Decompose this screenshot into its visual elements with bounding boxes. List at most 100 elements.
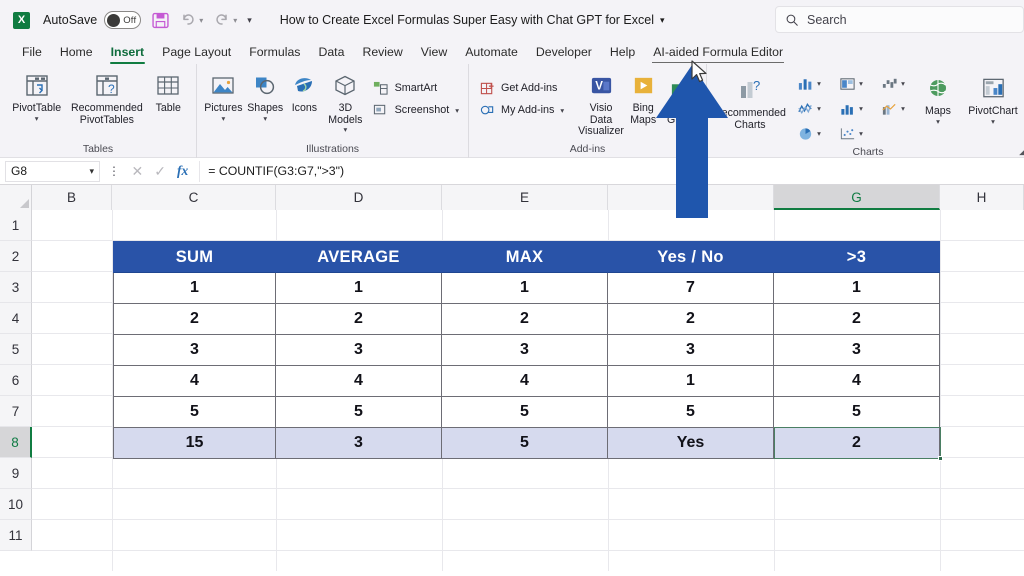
combo-chart-button[interactable]: ▾ bbox=[872, 96, 914, 121]
bar-chart-button[interactable]: ▾ bbox=[830, 96, 872, 121]
cell-D8[interactable]: 3 bbox=[276, 428, 442, 459]
column-header-C[interactable]: C bbox=[112, 185, 276, 210]
row-header-1[interactable]: 1 bbox=[0, 210, 32, 241]
column-chart-button[interactable]: ▾ bbox=[788, 71, 830, 96]
3d-models-dropdown-caret[interactable]: ▾ bbox=[343, 126, 347, 134]
cell-G3[interactable]: 1 bbox=[774, 273, 940, 304]
row-header-6[interactable]: 6 bbox=[0, 365, 32, 396]
column-header-G[interactable]: G bbox=[774, 185, 940, 210]
cell-E8[interactable]: 5 bbox=[442, 428, 608, 459]
screenshot-dropdown-caret[interactable]: ▾ bbox=[455, 106, 459, 115]
tab-insert[interactable]: Insert bbox=[102, 42, 154, 64]
cancel-icon[interactable]: ✕ bbox=[132, 163, 144, 180]
row-header-5[interactable]: 5 bbox=[0, 334, 32, 365]
smartart-button[interactable]: SmartArt bbox=[368, 77, 463, 99]
cell-E4[interactable]: 2 bbox=[442, 304, 608, 335]
pivotchart-button[interactable]: PivotChart ▾ bbox=[962, 67, 1024, 126]
pie-chart-button[interactable]: ▾ bbox=[788, 121, 830, 146]
row-header-4[interactable]: 4 bbox=[0, 303, 32, 334]
cell-D7[interactable]: 5 bbox=[276, 397, 442, 428]
cell-E7[interactable]: 5 bbox=[442, 397, 608, 428]
search-box[interactable]: Search bbox=[775, 6, 1024, 33]
column-header-E[interactable]: E bbox=[442, 185, 608, 210]
pivottable-dropdown-caret[interactable]: ▾ bbox=[35, 114, 39, 123]
3d-models-button[interactable]: 3D Models ▾ bbox=[323, 67, 368, 134]
tab-home[interactable]: Home bbox=[51, 42, 102, 64]
cell-F7[interactable]: 5 bbox=[608, 397, 774, 428]
tab-review[interactable]: Review bbox=[353, 42, 411, 64]
autosave-toggle[interactable]: Off bbox=[104, 11, 142, 29]
tab-page-layout[interactable]: Page Layout bbox=[153, 42, 240, 64]
icons-button[interactable]: Icons bbox=[286, 67, 323, 115]
pivottable-button[interactable]: PivotTable ▾ bbox=[5, 67, 68, 123]
visio-data-visualizer-button[interactable]: V Visio Data Visualizer bbox=[578, 67, 624, 138]
tab-formulas[interactable]: Formulas bbox=[240, 42, 309, 64]
cell-G6[interactable]: 4 bbox=[774, 366, 940, 397]
cell-E3[interactable]: 1 bbox=[442, 273, 608, 304]
line-chart-caret[interactable]: ▾ bbox=[817, 104, 821, 113]
cell-C8[interactable]: 15 bbox=[113, 428, 276, 459]
table-button[interactable]: Table bbox=[145, 67, 191, 115]
column-chart-caret[interactable]: ▾ bbox=[817, 79, 821, 88]
shapes-button[interactable]: Shapes ▾ bbox=[245, 67, 286, 123]
tab-developer[interactable]: Developer bbox=[527, 42, 601, 64]
row-header-10[interactable]: 10 bbox=[0, 489, 32, 520]
cell-D3[interactable]: 1 bbox=[276, 273, 442, 304]
cell-F4[interactable]: 2 bbox=[608, 304, 774, 335]
title-dropdown-caret[interactable]: ▾ bbox=[660, 15, 665, 26]
cell-G4[interactable]: 2 bbox=[774, 304, 940, 335]
select-all-corner[interactable] bbox=[0, 185, 32, 210]
maps-button[interactable]: Maps ▾ bbox=[914, 67, 962, 126]
name-box-caret-icon[interactable]: ▾ bbox=[89, 166, 94, 177]
row-header-2[interactable]: 2 bbox=[0, 241, 32, 272]
tab-help[interactable]: Help bbox=[601, 42, 644, 64]
table-row[interactable]: 4 4 4 1 4 bbox=[113, 366, 940, 397]
tab-data[interactable]: Data bbox=[309, 42, 353, 64]
table-total-row[interactable]: 15 3 5 Yes 2 bbox=[113, 428, 940, 459]
cell-C4[interactable]: 2 bbox=[113, 304, 276, 335]
hierarchy-chart-button[interactable]: ▾ bbox=[830, 71, 872, 96]
bar-chart-caret[interactable]: ▾ bbox=[859, 104, 863, 113]
column-header-D[interactable]: D bbox=[276, 185, 442, 210]
get-addins-button[interactable]: Get Add-ins bbox=[474, 77, 568, 99]
save-button[interactable] bbox=[152, 12, 169, 29]
table-row[interactable]: 1 1 1 7 1 bbox=[113, 273, 940, 304]
row-header-3[interactable]: 3 bbox=[0, 272, 32, 303]
cell-D6[interactable]: 4 bbox=[276, 366, 442, 397]
pictures-button[interactable]: Pictures ▾ bbox=[202, 67, 245, 123]
cell-F6[interactable]: 1 bbox=[608, 366, 774, 397]
scatter-chart-button[interactable]: ▾ bbox=[830, 121, 872, 146]
waterfall-chart-caret[interactable]: ▾ bbox=[901, 79, 905, 88]
my-addins-button[interactable]: My Add-ins ▾ bbox=[474, 99, 568, 121]
cell-G8[interactable]: 2 bbox=[774, 428, 940, 459]
row-header-7[interactable]: 7 bbox=[0, 396, 32, 427]
cell-C3[interactable]: 1 bbox=[113, 273, 276, 304]
cell-C7[interactable]: 5 bbox=[113, 397, 276, 428]
cell-D5[interactable]: 3 bbox=[276, 335, 442, 366]
waterfall-chart-button[interactable]: ▾ bbox=[872, 71, 914, 96]
formula-input[interactable]: = COUNTIF(G3:G7,">3") bbox=[199, 160, 1024, 182]
pie-chart-caret[interactable]: ▾ bbox=[817, 129, 821, 138]
column-header-B[interactable]: B bbox=[32, 185, 112, 210]
redo-dropdown-caret[interactable]: ▾ bbox=[233, 16, 237, 25]
table-row[interactable]: 2 2 2 2 2 bbox=[113, 304, 940, 335]
row-header-8[interactable]: 8 bbox=[0, 427, 32, 458]
cell-C6[interactable]: 4 bbox=[113, 366, 276, 397]
cell-F8[interactable]: Yes bbox=[608, 428, 774, 459]
table-row[interactable]: 3 3 3 3 3 bbox=[113, 335, 940, 366]
grid-cells[interactable]: SUM AVERAGE MAX Yes / No >3 1 1 1 7 1 2 … bbox=[32, 210, 1024, 571]
cell-F5[interactable]: 3 bbox=[608, 335, 774, 366]
hierarchy-chart-caret[interactable]: ▾ bbox=[859, 79, 863, 88]
pictures-dropdown-caret[interactable]: ▾ bbox=[221, 114, 225, 123]
insert-function-icon[interactable]: fx bbox=[177, 163, 188, 179]
table-row[interactable]: 5 5 5 5 5 bbox=[113, 397, 940, 428]
combo-chart-caret[interactable]: ▾ bbox=[901, 104, 905, 113]
undo-dropdown-caret[interactable]: ▾ bbox=[199, 16, 203, 25]
name-box[interactable]: G8 ▾ bbox=[5, 160, 100, 182]
name-box-more-icon[interactable]: ⋮ bbox=[108, 164, 121, 178]
shapes-dropdown-caret[interactable]: ▾ bbox=[263, 114, 267, 123]
cell-D4[interactable]: 2 bbox=[276, 304, 442, 335]
cell-G5[interactable]: 3 bbox=[774, 335, 940, 366]
tab-view[interactable]: View bbox=[412, 42, 456, 64]
cell-F3[interactable]: 7 bbox=[608, 273, 774, 304]
